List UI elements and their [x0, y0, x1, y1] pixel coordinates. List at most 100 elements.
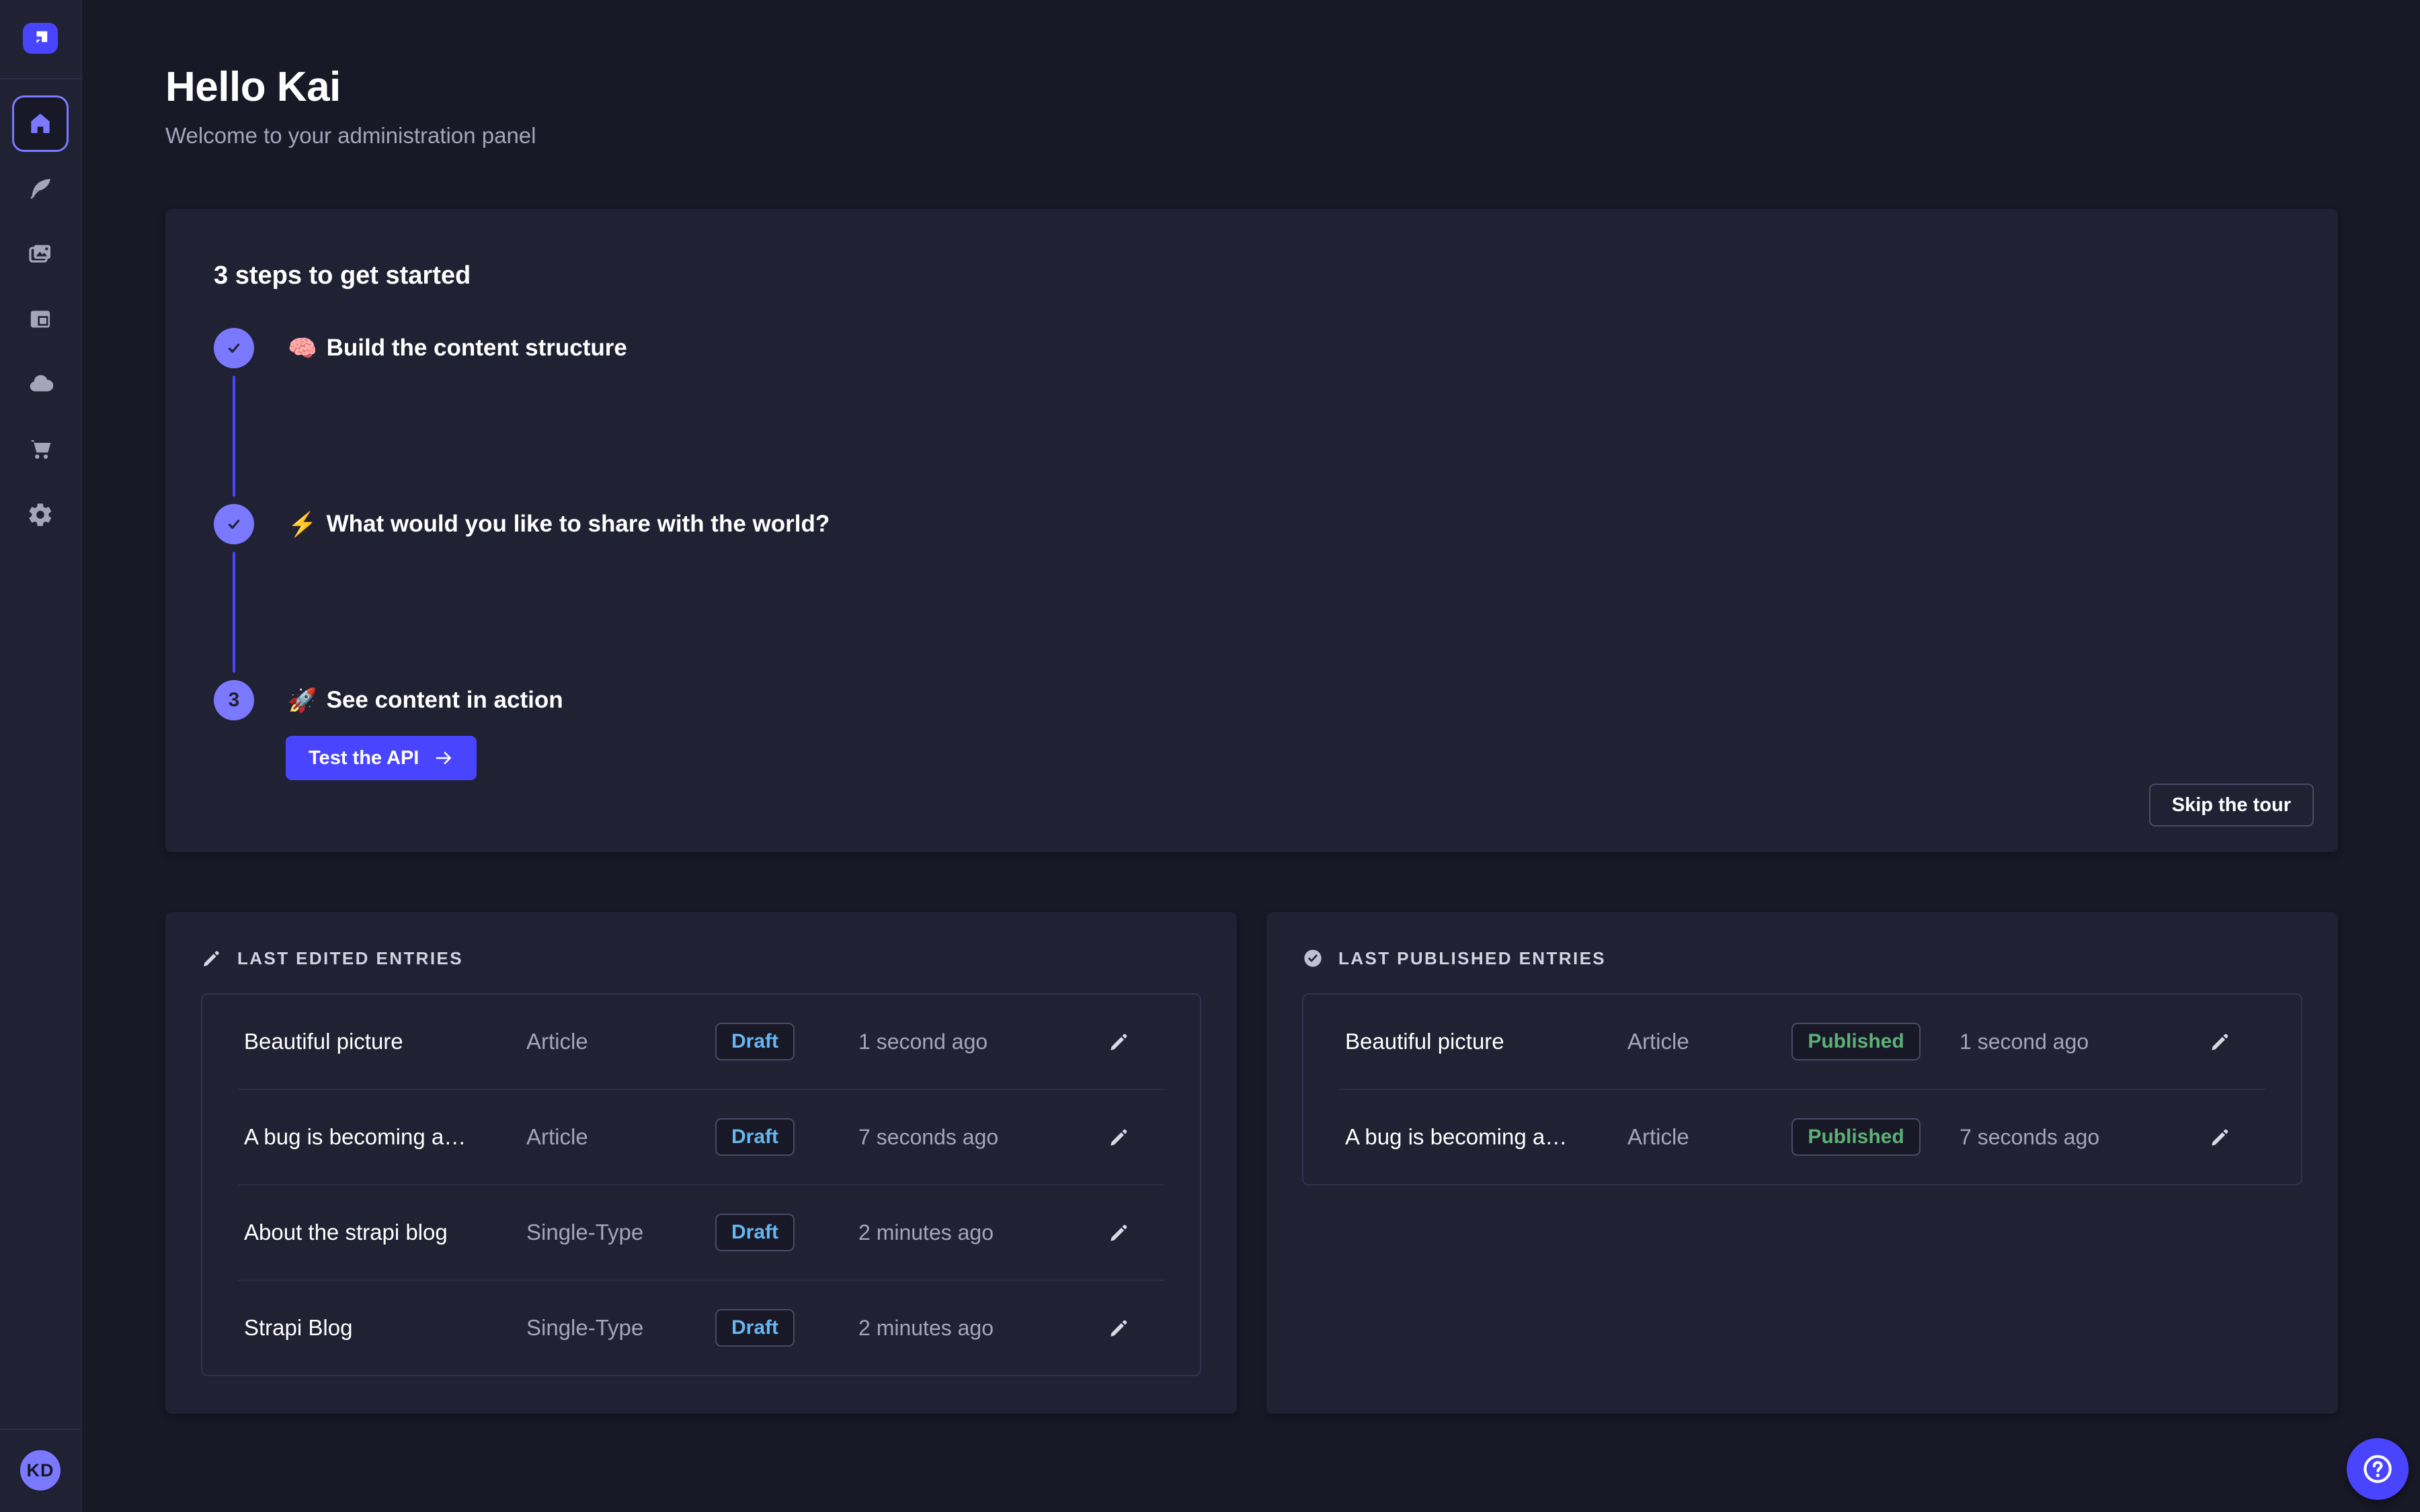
onboarding-step-2: ⚡ What would you like to share with the … — [214, 504, 2314, 544]
test-api-button[interactable]: Test the API — [286, 736, 477, 780]
table-row[interactable]: Beautiful picture Article Draft 1 second… — [202, 995, 1200, 1089]
sidebar: KD — [0, 0, 82, 1512]
divider — [0, 78, 81, 79]
strapi-logo-icon — [26, 24, 55, 53]
sidebar-nav — [12, 95, 69, 543]
entry-title[interactable]: Beautiful picture — [1345, 1029, 1627, 1054]
step-connector — [233, 552, 235, 673]
entry-time: 1 second ago — [1917, 1030, 2207, 1054]
step-number-circle: 3 — [214, 680, 254, 720]
edit-entry-button[interactable] — [1104, 1026, 1135, 1057]
table-row[interactable]: Strapi Blog Single-Type Draft 2 minutes … — [202, 1281, 1200, 1375]
pencil-icon — [2209, 1030, 2232, 1053]
pencil-icon — [1108, 1126, 1131, 1148]
entry-time: 2 minutes ago — [815, 1316, 1106, 1341]
entry-title[interactable]: About the strapi blog — [244, 1220, 526, 1245]
strapi-logo — [23, 23, 58, 54]
entry-title[interactable]: A bug is becoming a… — [244, 1124, 526, 1150]
onboarding-card: 3 steps to get started 🧠 Build the conte… — [165, 209, 2338, 852]
table-row[interactable]: A bug is becoming a… Article Draft 7 sec… — [202, 1090, 1200, 1184]
step-label: ⚡ What would you like to share with the … — [288, 511, 830, 538]
widget-title: LAST EDITED ENTRIES — [237, 948, 463, 969]
divider — [0, 1429, 81, 1430]
entry-time: 1 second ago — [815, 1030, 1106, 1054]
entry-title[interactable]: Strapi Blog — [244, 1315, 526, 1341]
step-emoji: 🧠 — [288, 335, 317, 362]
skip-tour-button[interactable]: Skip the tour — [2149, 784, 2314, 827]
page-title: Hello Kai — [165, 63, 2338, 111]
step-done-circle — [214, 504, 254, 544]
question-circle-icon — [2360, 1452, 2395, 1486]
sidebar-item-media-library[interactable] — [12, 226, 69, 282]
step-emoji: 🚀 — [288, 687, 317, 714]
widget-header: LAST EDITED ENTRIES — [201, 948, 1201, 969]
status-badge: Draft — [715, 1309, 795, 1347]
status-badge: Draft — [715, 1023, 795, 1060]
media-library-icon — [27, 241, 54, 267]
sidebar-item-cloud[interactable] — [12, 356, 69, 413]
entry-type: Single-Type — [526, 1220, 694, 1245]
last-published-widget: LAST PUBLISHED ENTRIES Beautiful picture… — [1266, 912, 2338, 1414]
pencil-icon — [2209, 1126, 2232, 1148]
step-emoji: ⚡ — [288, 511, 317, 538]
cart-icon — [27, 436, 54, 463]
entry-time: 7 seconds ago — [815, 1125, 1106, 1150]
entry-title[interactable]: Beautiful picture — [244, 1029, 526, 1054]
last-edited-widget: LAST EDITED ENTRIES Beautiful picture Ar… — [165, 912, 1237, 1414]
pencil-icon — [1108, 1316, 1131, 1339]
entry-type: Article — [526, 1124, 694, 1150]
edit-entry-button[interactable] — [1104, 1122, 1135, 1152]
cloud-icon — [27, 371, 54, 398]
entry-title[interactable]: A bug is becoming a… — [1345, 1124, 1627, 1150]
entries-table: Beautiful picture Article Draft 1 second… — [201, 993, 1201, 1376]
table-row[interactable]: About the strapi blog Single-Type Draft … — [202, 1185, 1200, 1279]
sidebar-item-content-type-builder[interactable] — [12, 291, 69, 347]
help-button[interactable] — [2347, 1438, 2409, 1500]
sidebar-item-marketplace[interactable] — [12, 421, 69, 478]
arrow-right-icon — [434, 748, 454, 768]
user-avatar[interactable]: KD — [20, 1450, 61, 1490]
widget-title: LAST PUBLISHED ENTRIES — [1338, 948, 1606, 969]
entry-time: 7 seconds ago — [1917, 1125, 2207, 1150]
check-icon — [223, 513, 245, 536]
home-icon — [27, 110, 54, 137]
check-icon — [223, 337, 245, 360]
table-row[interactable]: A bug is becoming a… Article Published 7… — [1303, 1090, 2301, 1184]
main-content: Hello Kai Welcome to your administration… — [82, 0, 2420, 1414]
status-badge: Draft — [715, 1118, 795, 1156]
widget-header: LAST PUBLISHED ENTRIES — [1302, 948, 2302, 969]
table-row[interactable]: Beautiful picture Article Published 1 se… — [1303, 995, 2301, 1089]
edit-entry-button[interactable] — [1104, 1312, 1135, 1343]
edit-entry-button[interactable] — [1104, 1217, 1135, 1248]
onboarding-title: 3 steps to get started — [214, 261, 2314, 290]
entry-type: Single-Type — [526, 1315, 694, 1341]
step-connector — [233, 376, 235, 497]
edit-entry-button[interactable] — [2205, 1122, 2236, 1152]
feather-pen-icon — [27, 175, 54, 202]
status-badge: Published — [1791, 1023, 1920, 1060]
status-badge: Draft — [715, 1214, 795, 1251]
entry-time: 2 minutes ago — [815, 1220, 1106, 1245]
step-label: 🧠 Build the content structure — [288, 335, 627, 362]
entry-type: Article — [526, 1029, 694, 1054]
widgets-row: LAST EDITED ENTRIES Beautiful picture Ar… — [165, 912, 2338, 1414]
page-subtitle: Welcome to your administration panel — [165, 123, 2338, 149]
pencil-icon — [1108, 1030, 1131, 1053]
layout-icon — [27, 306, 54, 333]
onboarding-step-3: 3 🚀 See content in action — [214, 680, 2314, 720]
sidebar-item-settings[interactable] — [12, 487, 69, 543]
edit-entry-button[interactable] — [2205, 1026, 2236, 1057]
pencil-icon — [201, 948, 223, 969]
page-header: Hello Kai Welcome to your administration… — [165, 0, 2338, 149]
sidebar-item-home[interactable] — [12, 95, 69, 152]
status-badge: Published — [1791, 1118, 1920, 1156]
entry-type: Article — [1627, 1029, 1796, 1054]
entries-table: Beautiful picture Article Published 1 se… — [1302, 993, 2302, 1185]
sidebar-item-content-manager[interactable] — [12, 161, 69, 217]
onboarding-step-1: 🧠 Build the content structure — [214, 328, 2314, 368]
entry-type: Article — [1627, 1124, 1796, 1150]
step-label: 🚀 See content in action — [288, 687, 563, 714]
pencil-icon — [1108, 1221, 1131, 1244]
check-circle-icon — [1302, 948, 1324, 969]
gear-icon — [27, 501, 54, 528]
